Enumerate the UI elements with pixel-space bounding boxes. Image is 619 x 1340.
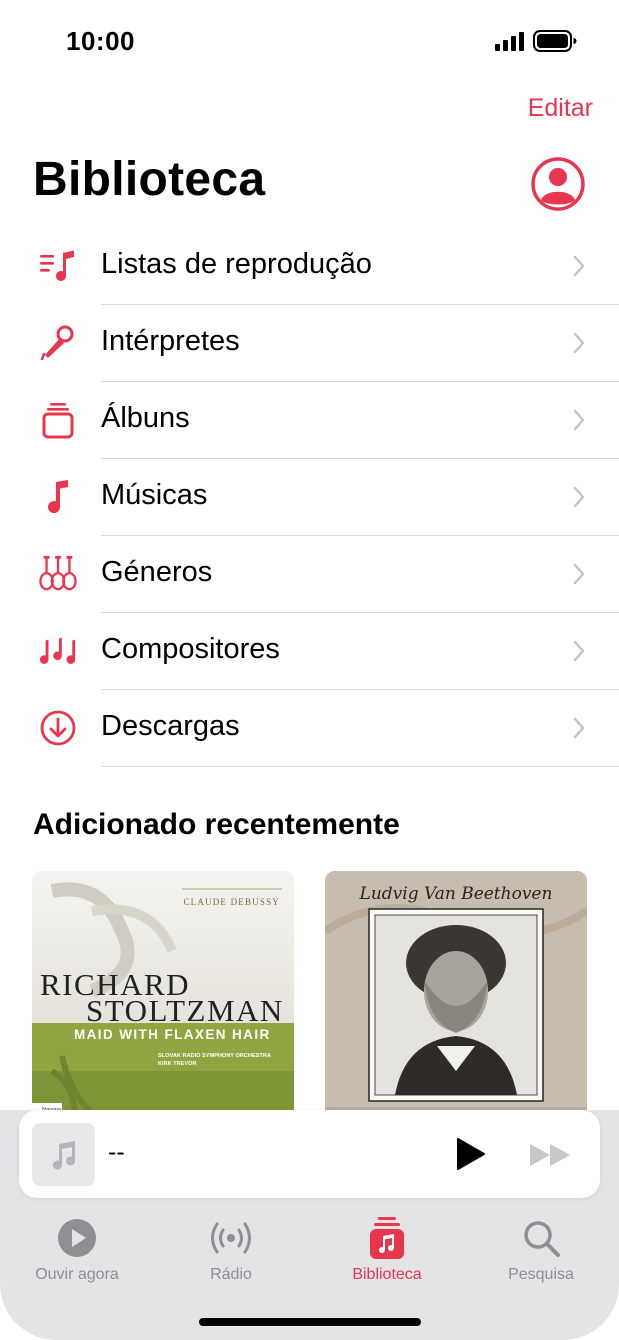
separator [101, 766, 619, 767]
menu-item-genres[interactable]: Géneros [0, 536, 619, 613]
album-composer-text: CLAUDE DEBUSSY [183, 897, 280, 907]
search-icon [516, 1214, 566, 1262]
album-cover-beethoven[interactable]: Ludvig Van Beethoven [325, 871, 587, 1133]
chevron-right-icon [573, 640, 585, 662]
tab-label: Biblioteca [352, 1266, 422, 1283]
menu-item-label: Compositores [101, 633, 280, 665]
edit-button[interactable]: Editar [528, 94, 593, 123]
album-stack-icon [38, 400, 78, 440]
album-art-beethoven: Ludvig Van Beethoven [325, 871, 587, 1133]
mini-player[interactable]: -- [19, 1110, 600, 1198]
tab-search[interactable]: Pesquisa [481, 1214, 601, 1284]
chevron-right-icon [573, 409, 585, 431]
battery-icon [533, 30, 577, 52]
menu-item-songs[interactable]: Músicas [0, 459, 619, 536]
chevron-right-icon [573, 563, 585, 585]
radio-waves-icon [206, 1214, 256, 1262]
tab-label: Rádio [210, 1266, 252, 1283]
status-bar: 10:00 [0, 0, 619, 80]
guitars-icon [38, 554, 78, 594]
album-artist-line2: STOLTZMAN [86, 993, 284, 1028]
signal-icon [495, 32, 524, 51]
play-button[interactable] [453, 1136, 489, 1172]
album-title-text: MAID WITH FLAXEN HAIR [74, 1027, 271, 1042]
playlist-icon [38, 246, 78, 286]
tab-label: Pesquisa [508, 1266, 574, 1283]
music-notes-icon [38, 631, 78, 671]
library-icon [362, 1214, 412, 1262]
music-note-placeholder-icon [52, 1140, 75, 1170]
menu-item-composers[interactable]: Compositores [0, 613, 619, 690]
menu-item-label: Álbuns [101, 402, 190, 434]
microphone-icon [38, 323, 78, 363]
page-title: Biblioteca [33, 153, 266, 206]
album-composer-text: Ludvig Van Beethoven [359, 884, 553, 904]
play-circle-icon [52, 1214, 102, 1262]
menu-item-label: Descargas [101, 710, 240, 742]
tab-bar: Ouvir agora Rádio Biblioteca Pesquisa [0, 1214, 619, 1294]
album-conductor-text: KIRK TREVOR [158, 1061, 197, 1067]
tab-listen-now[interactable]: Ouvir agora [17, 1214, 137, 1284]
menu-item-albums[interactable]: Álbuns [0, 382, 619, 459]
person-circle-icon [531, 157, 585, 211]
music-note-icon [38, 477, 78, 517]
chevron-right-icon [573, 486, 585, 508]
account-button[interactable] [530, 156, 586, 212]
status-time: 10:00 [66, 26, 135, 56]
chevron-right-icon [573, 717, 585, 739]
album-orchestra-text: SLOVAK RADIO SYMPHONY ORCHESTRA [158, 1053, 271, 1059]
download-circle-icon [38, 708, 78, 748]
mini-player-title: -- [108, 1138, 125, 1166]
home-indicator [199, 1318, 421, 1326]
chevron-right-icon [573, 332, 585, 354]
album-art-debussy: CLAUDE DEBUSSY RICHARD STOLTZMAN MAID WI… [32, 871, 294, 1133]
tab-label: Ouvir agora [35, 1266, 119, 1283]
section-title-recently-added: Adicionado recentemente [33, 808, 400, 841]
status-icons [495, 30, 577, 52]
menu-item-playlists[interactable]: Listas de reprodução [0, 228, 619, 305]
menu-item-downloads[interactable]: Descargas [0, 690, 619, 767]
menu-item-label: Listas de reprodução [101, 248, 372, 280]
menu-item-artists[interactable]: Intérpretes [0, 305, 619, 382]
menu-item-label: Músicas [101, 479, 208, 511]
library-menu: Listas de reprodução Intérpretes Álbuns [0, 228, 619, 767]
menu-item-label: Intérpretes [101, 325, 240, 357]
tab-library[interactable]: Biblioteca [327, 1214, 447, 1284]
chevron-right-icon [573, 255, 585, 277]
tab-radio[interactable]: Rádio [171, 1214, 291, 1284]
mini-player-artwork [32, 1123, 95, 1186]
menu-item-label: Géneros [101, 556, 213, 588]
fast-forward-button[interactable] [528, 1140, 574, 1170]
album-cover-maid-with-flaxen-hair[interactable]: CLAUDE DEBUSSY RICHARD STOLTZMAN MAID WI… [32, 871, 294, 1133]
